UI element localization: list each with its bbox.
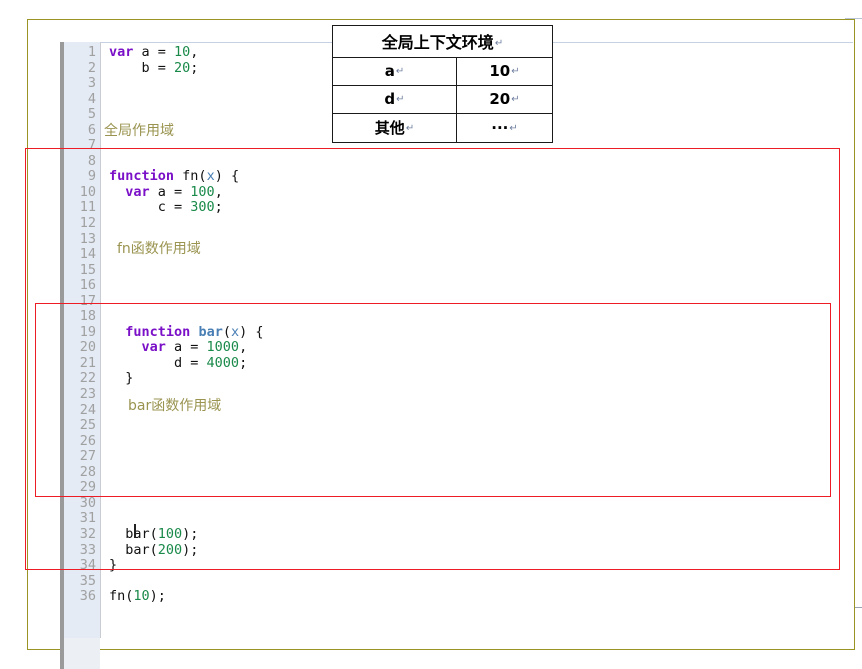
- code-line[interactable]: var a = 10,: [109, 44, 264, 61]
- pilcrow-icon: ↵: [405, 123, 415, 134]
- context-table-key: 其他↵: [332, 113, 457, 143]
- pilcrow-icon: ↵: [509, 122, 518, 134]
- code-token: 10: [174, 44, 191, 60]
- code-token: );: [149, 588, 166, 605]
- code-token: 10: [133, 588, 150, 605]
- context-table-key: d↵: [332, 85, 457, 114]
- pilcrow-icon: ↵: [395, 66, 405, 77]
- table-row: a↵ 10↵: [332, 57, 553, 86]
- code-token: var: [109, 44, 134, 60]
- code-token: b =: [109, 59, 175, 76]
- context-table-value: ···↵: [456, 113, 553, 143]
- pilcrow-icon: ↵: [511, 66, 520, 77]
- pilcrow-icon: ↵: [494, 38, 504, 49]
- context-table-value: 20↵: [456, 85, 553, 114]
- scope-box-bar: [35, 303, 831, 497]
- code-line[interactable]: [109, 76, 264, 92]
- code-line[interactable]: [109, 92, 264, 108]
- pilcrow-icon: ↵: [396, 94, 405, 105]
- code-line[interactable]: fn(10);: [109, 588, 264, 605]
- context-table-value: 10↵: [456, 57, 553, 86]
- context-table-title: 全局上下文环境↵: [332, 25, 553, 58]
- code-token: fn: [109, 588, 126, 605]
- code-token: 20: [174, 59, 191, 76]
- table-row: 其他↵ ···↵: [332, 113, 553, 143]
- code-token: a =: [133, 44, 175, 60]
- code-token: ,: [190, 44, 199, 60]
- context-table-key: a↵: [332, 57, 457, 86]
- scope-label-global: 全局作用域: [104, 123, 174, 139]
- code-line[interactable]: [109, 574, 264, 590]
- code-token: ;: [190, 59, 199, 76]
- code-line[interactable]: b = 20;: [109, 59, 264, 77]
- table-row-header: 全局上下文环境↵: [332, 25, 553, 58]
- global-context-table: 全局上下文环境↵ a↵ 10↵ d↵ 20↵ 其他↵ ···↵: [332, 25, 553, 143]
- table-row: d↵ 20↵: [332, 85, 553, 114]
- pilcrow-icon: ↵: [511, 94, 520, 105]
